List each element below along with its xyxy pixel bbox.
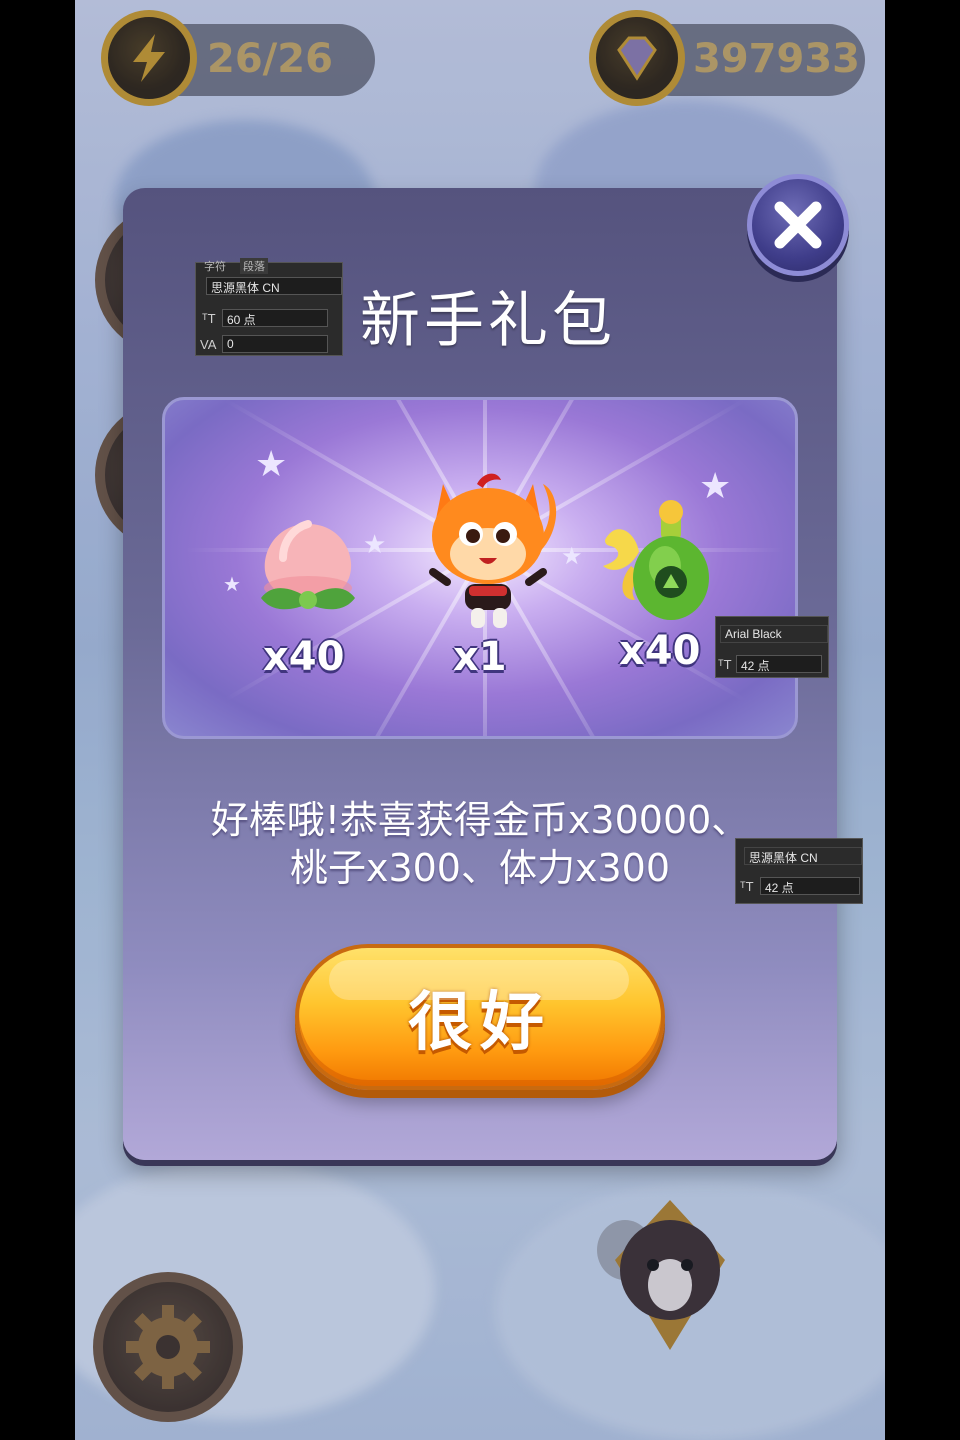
reward-qty-peach: x40: [263, 634, 345, 680]
font-annotation-qty: Arial Black ᵀT 42 点: [715, 616, 829, 678]
button-shine: [329, 960, 629, 1000]
ps-font-field: Arial Black: [720, 625, 828, 643]
close-button[interactable]: [747, 174, 849, 276]
sparkle-icon: ★: [363, 530, 387, 560]
font-annotation-message: 思源黑体 CN ᵀT 42 点: [735, 838, 863, 904]
game-screen: 26/26 397933 字符 段落 思源黑体 CN ᵀT 60 点 VA 0 …: [75, 0, 885, 1440]
ps-tab-label: 段落: [240, 258, 268, 274]
close-icon: [774, 201, 822, 249]
reward-qty-potion: x40: [619, 628, 701, 674]
reward-showcase: ★ ★ ★ ★ ★ x40 x1 x40: [162, 397, 798, 739]
fox-mascot-icon: [429, 473, 557, 628]
reward-message-line2: 桃子x300、体力x300: [289, 846, 671, 890]
font-size-icon: ᵀT: [740, 879, 754, 894]
sparkle-icon: ★: [561, 542, 583, 570]
green-potion-icon: [603, 500, 709, 620]
popup-title: 新手礼包: [360, 286, 616, 356]
tracking-icon: VA: [200, 337, 217, 352]
font-size-icon: ᵀT: [718, 657, 732, 672]
reward-message: 好棒哦!恭喜获得金币x30000、 桃子x300、体力x300: [175, 796, 785, 892]
ps-size-field: 42 点: [736, 655, 822, 673]
ps-tab-label: 字符: [204, 261, 226, 273]
confirm-button[interactable]: 很好: [295, 944, 665, 1090]
ps-font-field: 思源黑体 CN: [206, 277, 342, 295]
ps-size-field: 42 点: [760, 877, 860, 895]
reward-message-line1: 好棒哦!恭喜获得金币x30000、: [210, 798, 750, 842]
ps-font-field: 思源黑体 CN: [744, 847, 862, 865]
sparkle-icon: ★: [223, 572, 241, 596]
sparkle-icon: ★: [255, 444, 288, 485]
peach-icon: [261, 520, 355, 610]
reward-qty-fox: x1: [453, 634, 507, 680]
ps-tracking-field: 0: [222, 335, 328, 353]
font-annotation-title: 字符 段落 思源黑体 CN ᵀT 60 点 VA 0: [195, 258, 343, 356]
font-size-icon: ᵀT: [202, 311, 216, 326]
ps-size-field: 60 点: [222, 309, 328, 327]
